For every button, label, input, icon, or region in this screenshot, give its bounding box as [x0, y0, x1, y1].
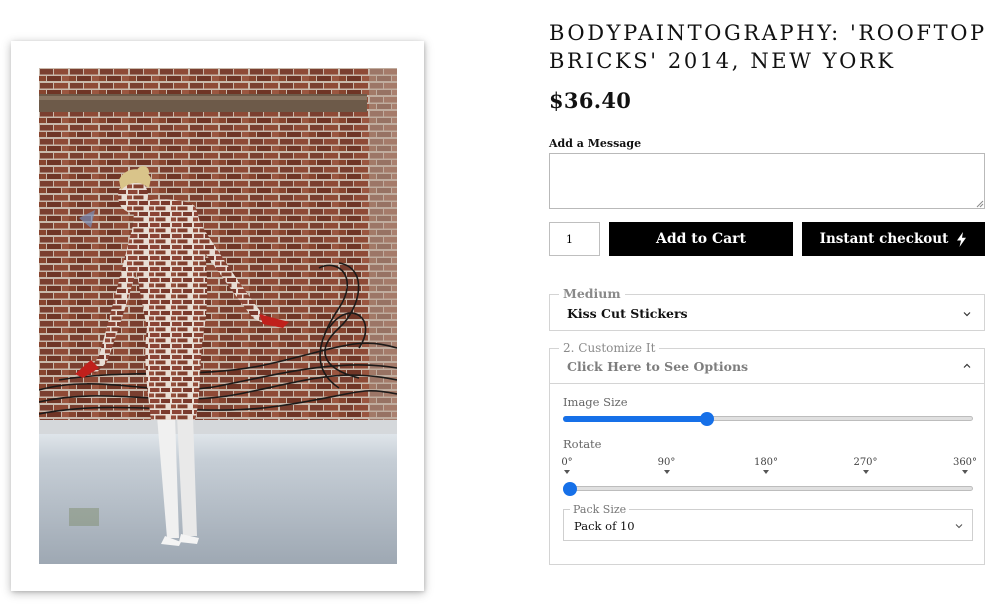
pack-size-selected-value: Pack of 10 — [574, 519, 635, 533]
medium-select[interactable]: Medium Kiss Cut Stickers — [549, 287, 985, 331]
pack-size-legend: Pack Size — [570, 503, 630, 516]
chevron-up-icon — [963, 363, 971, 368]
rotate-tick-label: 180° — [753, 457, 779, 468]
rotate-tick-mark — [763, 470, 769, 474]
lightning-bolt-icon — [957, 231, 967, 247]
customize-toggle-label: Click Here to See Options — [567, 359, 749, 374]
rotate-tick-mark — [663, 470, 670, 474]
customize-panel: 2. Customize It Click Here to See Option… — [549, 341, 985, 565]
rotate-tick-label: 0° — [561, 457, 573, 468]
message-textarea[interactable] — [549, 153, 985, 209]
rotate-handle[interactable] — [563, 482, 577, 496]
brick-wall-photo — [39, 68, 397, 564]
medium-legend: Medium — [559, 287, 625, 301]
add-to-cart-label: Add to Cart — [655, 231, 747, 247]
customize-toggle[interactable]: Click Here to See Options — [550, 349, 984, 384]
rotate-tick-mark — [564, 470, 570, 474]
rotate-label: Rotate — [563, 437, 602, 451]
product-title: BODYPAINTOGRAPHY: 'ROOFTOP BRICKS' 2014,… — [549, 21, 987, 73]
add-to-cart-button[interactable]: Add to Cart — [609, 222, 793, 256]
rotate-tick-mark — [862, 470, 869, 474]
rotate-tick-label: 360° — [952, 457, 978, 468]
image-size-label: Image Size — [563, 395, 628, 409]
rotate-tick-label: 270° — [853, 457, 878, 468]
medium-selected-value: Kiss Cut Stickers — [567, 306, 688, 321]
rotate-tick-mark — [962, 470, 968, 474]
product-image[interactable] — [39, 68, 397, 564]
instant-checkout-button[interactable]: Instant checkout — [802, 222, 985, 256]
product-price: $36.40 — [549, 88, 632, 113]
product-image-frame — [11, 41, 424, 591]
image-size-slider[interactable] — [563, 411, 973, 427]
chevron-down-icon — [955, 524, 963, 529]
message-label: Add a Message — [549, 137, 642, 150]
image-size-fill — [563, 416, 707, 422]
chevron-down-icon — [963, 312, 971, 317]
rotate-track — [563, 486, 973, 491]
rotate-slider[interactable] — [563, 481, 973, 497]
instant-checkout-label: Instant checkout — [819, 231, 949, 247]
rotate-tick-labels: 0° 90° 180° 270° 360° — [561, 457, 977, 477]
rotate-tick-label: 90° — [657, 457, 676, 468]
image-size-handle[interactable] — [699, 412, 714, 426]
pack-size-select[interactable]: Pack Size Pack of 10 — [563, 503, 973, 541]
quantity-input[interactable] — [549, 222, 600, 256]
